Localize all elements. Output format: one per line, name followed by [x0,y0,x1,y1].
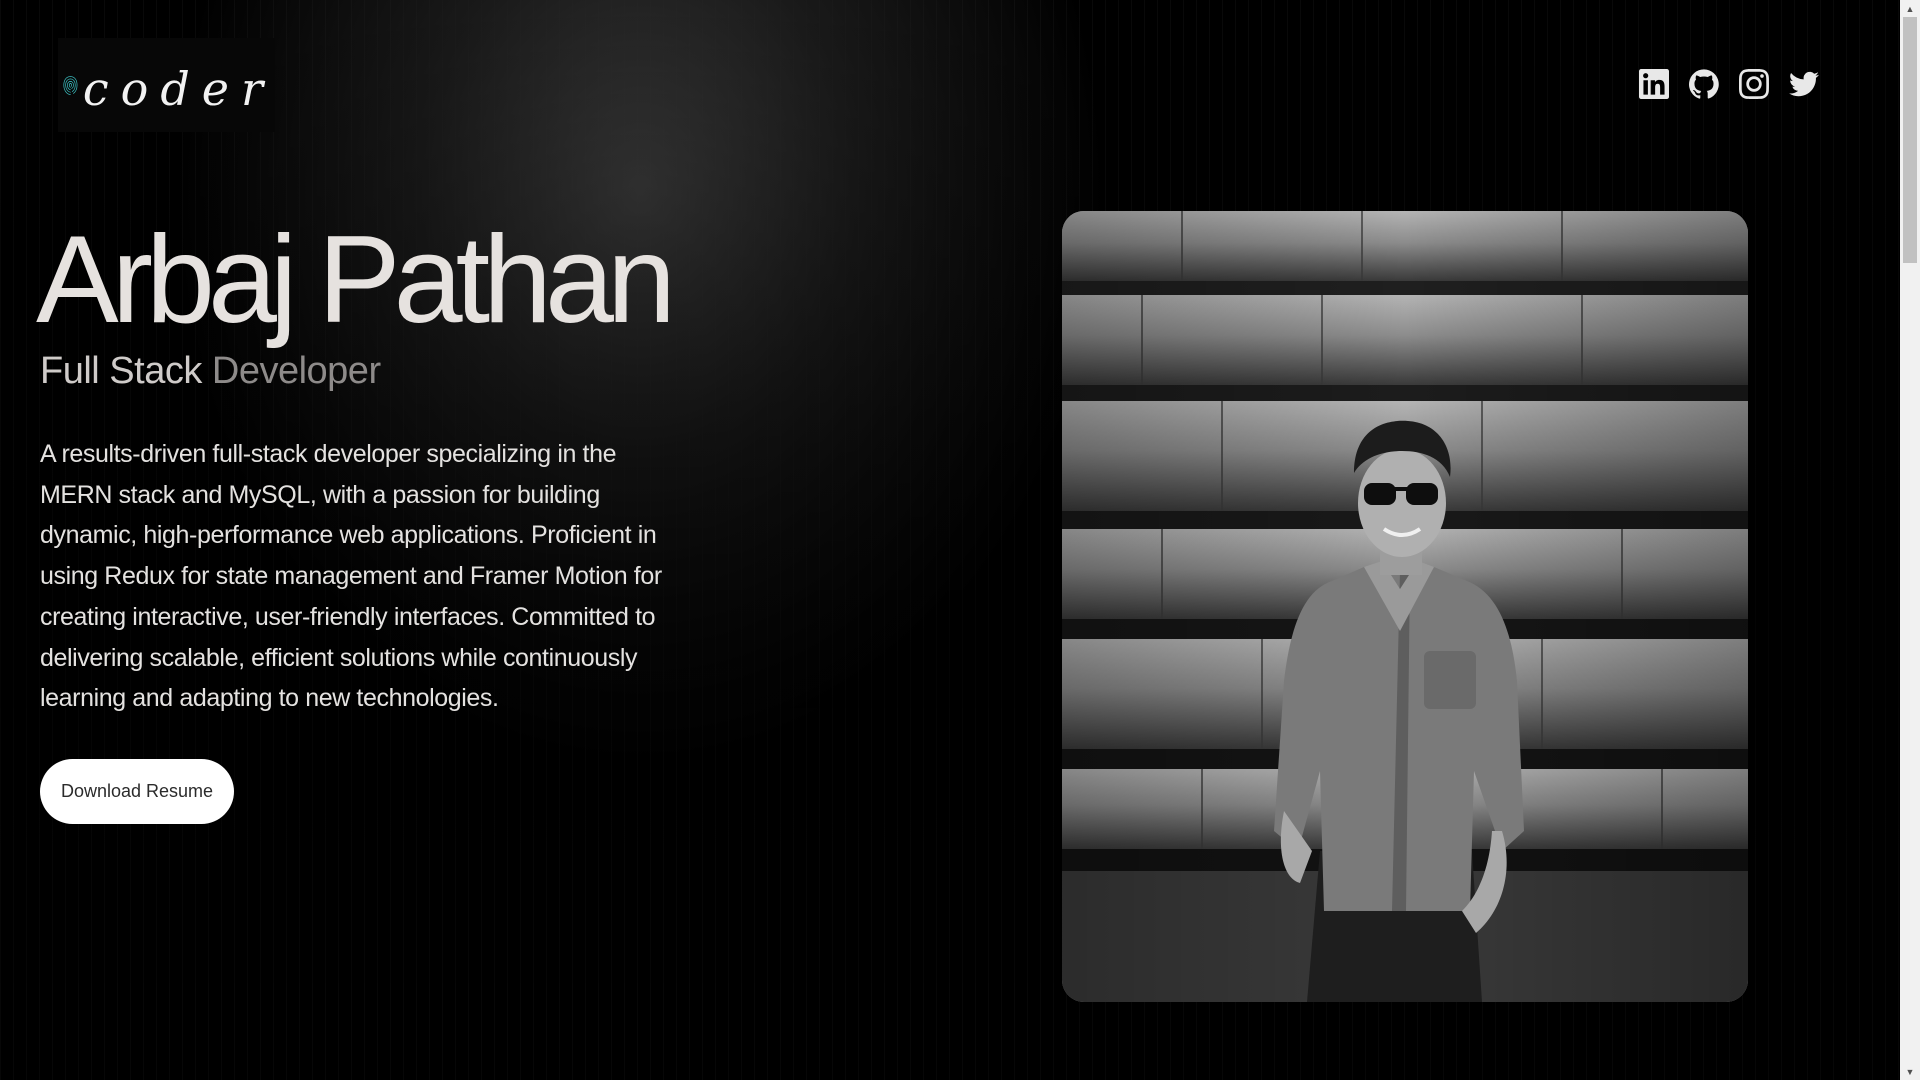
role-text-primary: Full Stack [40,350,212,392]
github-link[interactable] [1688,68,1720,100]
linkedin-icon [1639,69,1669,99]
site-logo[interactable]: coder [58,38,275,132]
profile-photo [1062,211,1748,1002]
github-icon [1689,69,1719,99]
hero-bio: A results-driven full-stack developer sp… [40,440,662,713]
scroll-down-arrow[interactable]: ▼ [1900,1063,1920,1080]
linkedin-link[interactable] [1638,68,1670,100]
scroll-thumb[interactable] [1903,17,1917,263]
fingerprint-icon [63,76,78,95]
page-scrollbar[interactable]: ▲ ▼ [1900,0,1920,1080]
instagram-link[interactable] [1738,68,1770,100]
twitter-icon [1789,71,1819,97]
portfolio-page: coder Arbaj Pathan Full Stack Developer [0,0,1900,1080]
scroll-up-arrow[interactable]: ▲ [1900,0,1920,17]
instagram-icon [1739,69,1769,99]
download-resume-button[interactable]: Download Resume [40,759,234,824]
twitter-link[interactable] [1788,68,1820,100]
social-links [1638,68,1820,100]
hero-role: Full Stack Developer [40,350,381,393]
profile-photo-image [1062,211,1748,1002]
hero-name: Arbaj Pathan [36,211,676,349]
logo-text: coder [82,62,275,116]
role-text-secondary: Developer [211,350,381,392]
